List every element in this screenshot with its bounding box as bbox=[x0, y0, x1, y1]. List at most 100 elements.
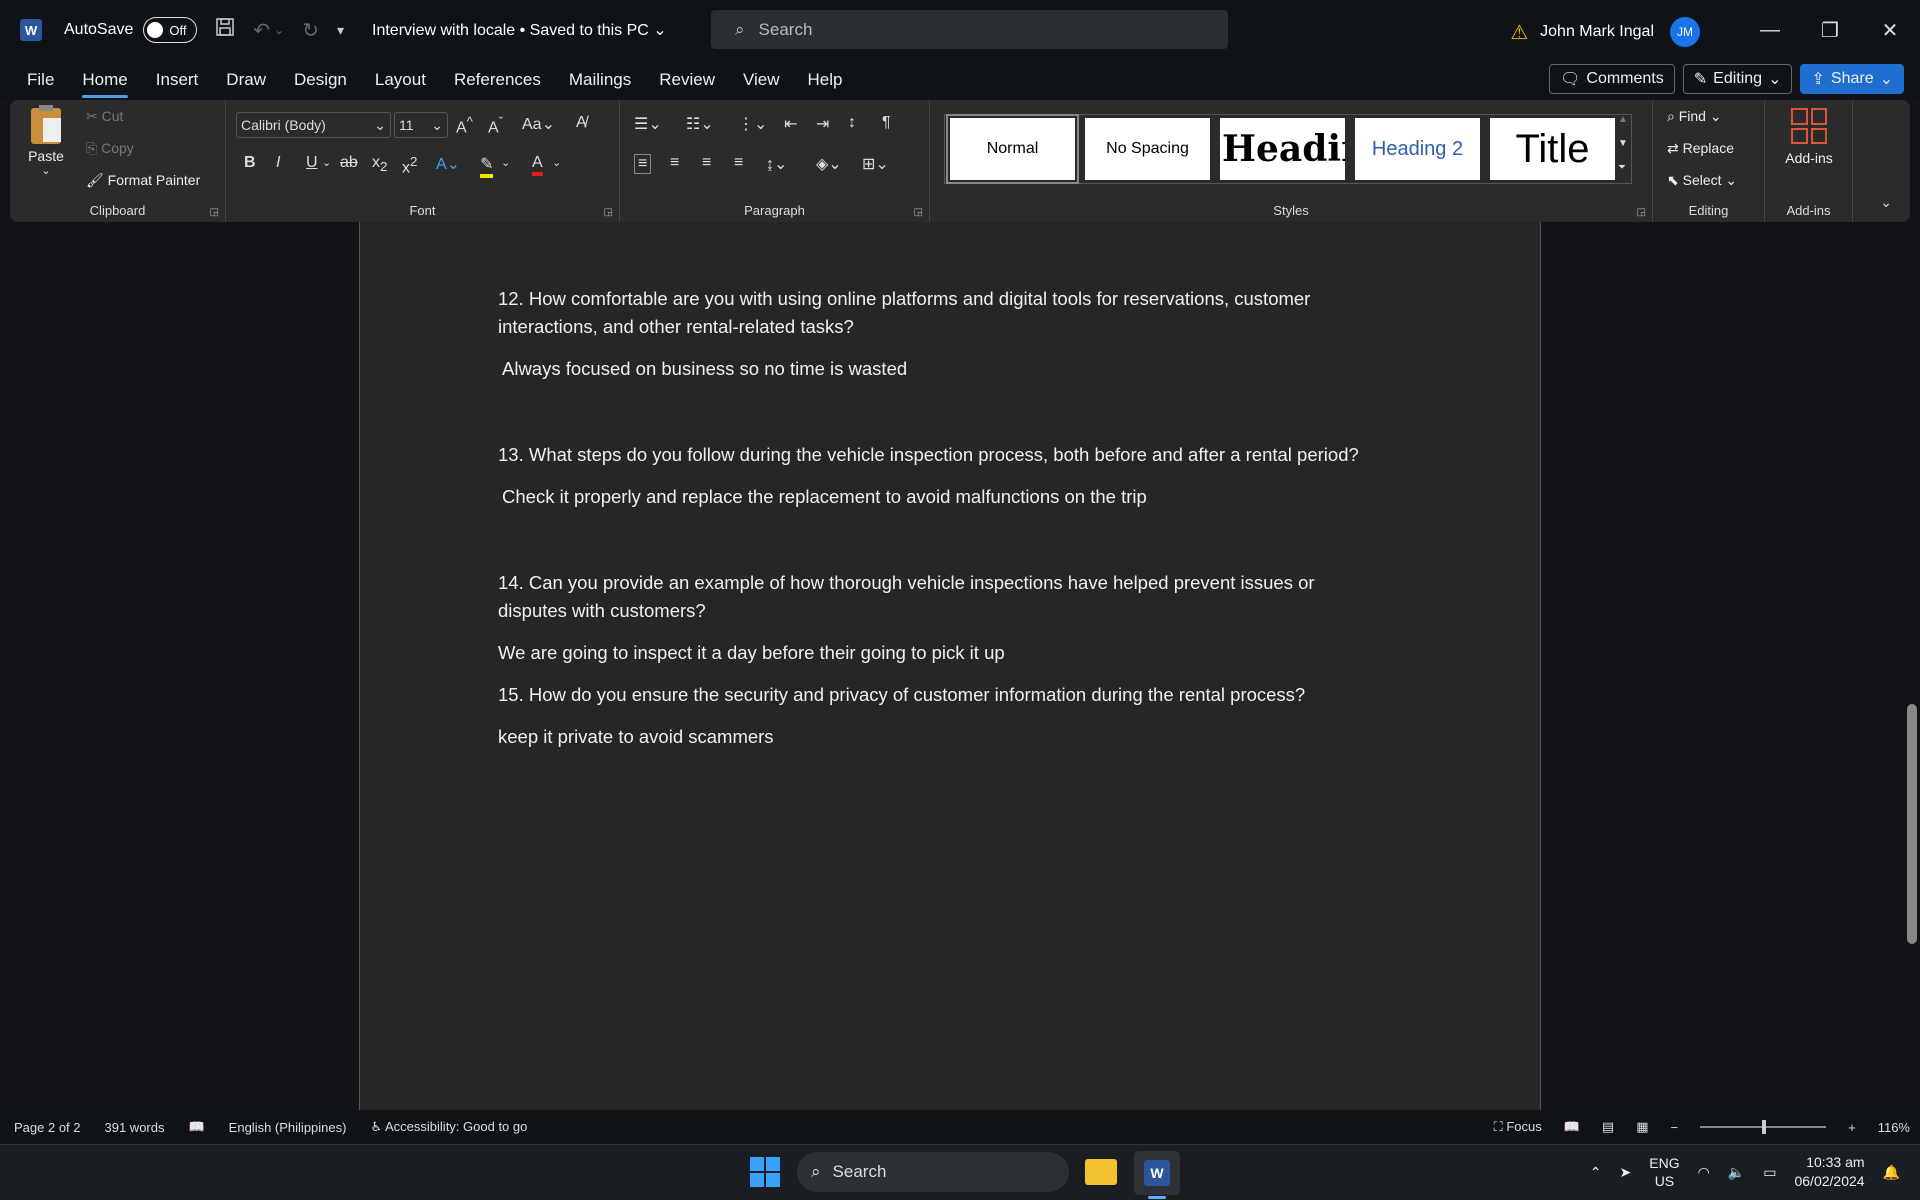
style-heading-1[interactable]: Headin bbox=[1220, 118, 1345, 180]
share-button[interactable]: ⇪ Share ⌄ bbox=[1800, 64, 1904, 94]
increase-indent-icon[interactable]: ⇥ bbox=[816, 114, 829, 134]
user-area[interactable]: ⚠ John Mark Ingal JM bbox=[1510, 17, 1700, 47]
style-normal[interactable]: Normal bbox=[946, 114, 1079, 184]
print-layout-icon[interactable]: ▤ bbox=[1602, 1119, 1614, 1135]
question-12[interactable]: 12. How comfortable are you with using o… bbox=[498, 285, 1378, 341]
zoom-slider[interactable] bbox=[1700, 1120, 1827, 1134]
volume-icon[interactable]: 🔈 bbox=[1728, 1164, 1745, 1181]
document-page[interactable]: 12. How comfortable are you with using o… bbox=[359, 222, 1541, 1110]
copy-button[interactable]: ⎘ Copy bbox=[86, 140, 134, 157]
shrink-font-icon[interactable]: Aˇ bbox=[488, 114, 503, 137]
dialog-launcher-icon[interactable]: ◲ bbox=[604, 207, 613, 218]
restore-icon[interactable]: ❐ bbox=[1800, 0, 1860, 60]
borders-icon[interactable]: ⊞⌄ bbox=[862, 154, 889, 174]
tab-file[interactable]: File bbox=[27, 70, 54, 90]
dialog-launcher-icon[interactable]: ◲ bbox=[1637, 207, 1646, 218]
tab-review[interactable]: Review bbox=[659, 70, 715, 90]
underline-icon[interactable]: U bbox=[306, 154, 318, 172]
file-explorer-icon[interactable] bbox=[1085, 1159, 1117, 1185]
align-right-icon[interactable]: ≡ bbox=[702, 154, 711, 172]
chevron-up-icon[interactable]: ⌃ bbox=[1590, 1164, 1602, 1181]
chevron-down-icon[interactable]: ⌄ bbox=[501, 156, 510, 169]
decrease-indent-icon[interactable]: ⇤ bbox=[784, 114, 797, 134]
paste-button[interactable]: Paste ⌄ bbox=[28, 105, 64, 188]
sort-icon[interactable]: ↕ bbox=[848, 114, 856, 132]
minimize-icon[interactable]: — bbox=[1740, 0, 1800, 60]
font-name-combo[interactable]: Calibri (Body) ⌄ bbox=[236, 112, 391, 138]
change-case-icon[interactable]: Aa⌄ bbox=[522, 114, 555, 134]
align-center-icon[interactable]: ≡ bbox=[670, 154, 679, 172]
search-input[interactable]: ⌕ Search bbox=[711, 10, 1228, 49]
save-icon[interactable] bbox=[215, 17, 235, 43]
focus-button[interactable]: ⛶ Focus bbox=[1494, 1119, 1542, 1135]
editing-mode-button[interactable]: ✎ Editing ⌄ bbox=[1682, 64, 1793, 94]
answer-15[interactable]: keep it private to avoid scammers bbox=[498, 723, 1378, 751]
tab-draw[interactable]: Draw bbox=[226, 70, 266, 90]
shading-icon[interactable]: ◈⌄ bbox=[816, 154, 842, 174]
collapse-ribbon-icon[interactable]: ⌄ bbox=[1880, 194, 1892, 211]
zoom-slider-knob[interactable] bbox=[1762, 1120, 1767, 1134]
tab-references[interactable]: References bbox=[454, 70, 541, 90]
language-indicator[interactable]: English (Philippines) bbox=[229, 1120, 347, 1135]
close-icon[interactable]: ✕ bbox=[1860, 0, 1920, 60]
format-painter-button[interactable]: 🖌 Format Painter bbox=[86, 172, 200, 189]
clear-formatting-icon[interactable]: A̸ bbox=[576, 114, 587, 132]
subscript-icon[interactable]: x2 bbox=[372, 154, 387, 174]
user-name[interactable]: John Mark Ingal bbox=[1540, 23, 1654, 41]
align-left-icon[interactable]: ≡ bbox=[634, 154, 652, 174]
show-formatting-icon[interactable]: ¶ bbox=[882, 114, 891, 132]
redo-icon[interactable]: ↻ bbox=[302, 18, 319, 43]
customize-toolbar-icon[interactable]: ▾ bbox=[337, 22, 344, 39]
chevron-down-icon[interactable]: ⌄ bbox=[552, 156, 561, 169]
dialog-launcher-icon[interactable]: ◲ bbox=[210, 207, 219, 218]
replace-button[interactable]: ⇄ Replace bbox=[1667, 140, 1734, 157]
question-13[interactable]: 13. What steps do you follow during the … bbox=[498, 441, 1378, 469]
avatar[interactable]: JM bbox=[1670, 17, 1700, 47]
line-spacing-icon[interactable]: ↨⌄ bbox=[766, 154, 787, 174]
comments-button[interactable]: 🗨 Comments bbox=[1549, 64, 1675, 94]
style-heading-2[interactable]: Heading 2 bbox=[1355, 118, 1480, 180]
answer-14[interactable]: We are going to inspect it a day before … bbox=[498, 639, 1378, 667]
read-mode-icon[interactable]: 📖 bbox=[1564, 1119, 1580, 1135]
question-15[interactable]: 15. How do you ensure the security and p… bbox=[498, 681, 1378, 709]
text-effects-icon[interactable]: A⌄ bbox=[436, 154, 460, 174]
warning-icon[interactable]: ⚠ bbox=[1510, 20, 1528, 45]
wifi-icon[interactable]: ◠ bbox=[1698, 1164, 1710, 1181]
font-size-combo[interactable]: 11 ⌄ bbox=[394, 112, 448, 138]
dialog-launcher-icon[interactable]: ◲ bbox=[914, 207, 923, 218]
undo-icon[interactable]: ↶ bbox=[253, 18, 270, 43]
bullets-icon[interactable]: ☰⌄ bbox=[634, 114, 662, 134]
cut-button[interactable]: ✂ Cut bbox=[86, 108, 123, 125]
taskbar-search[interactable]: ⌕ Search bbox=[797, 1152, 1069, 1192]
chevron-down-icon[interactable]: ⌄ bbox=[322, 156, 331, 169]
select-button[interactable]: ⬉ Select ⌄ bbox=[1667, 172, 1737, 189]
more-styles-icon[interactable]: ⏷ bbox=[1618, 162, 1626, 173]
scroll-up-icon[interactable]: ▲ bbox=[1618, 114, 1628, 125]
notification-bell-icon[interactable]: 🔔 bbox=[1883, 1164, 1900, 1181]
zoom-in-icon[interactable]: + bbox=[1848, 1120, 1856, 1135]
scroll-down-icon[interactable]: ▼ bbox=[1618, 138, 1628, 149]
tab-help[interactable]: Help bbox=[808, 70, 843, 90]
superscript-icon[interactable]: x2 bbox=[402, 154, 417, 177]
numbering-icon[interactable]: ☷⌄ bbox=[686, 114, 714, 134]
input-language[interactable]: ENG US bbox=[1649, 1154, 1679, 1190]
highlight-icon[interactable]: ✎ bbox=[480, 154, 494, 178]
italic-icon[interactable]: I bbox=[276, 154, 280, 172]
location-icon[interactable]: ➤ bbox=[1620, 1164, 1632, 1181]
word-count[interactable]: 391 words bbox=[105, 1120, 165, 1135]
tab-design[interactable]: Design bbox=[294, 70, 347, 90]
zoom-level[interactable]: 116% bbox=[1878, 1120, 1910, 1135]
zoom-out-icon[interactable]: − bbox=[1671, 1120, 1679, 1135]
tab-insert[interactable]: Insert bbox=[156, 70, 199, 90]
clock[interactable]: 10:33 am 06/02/2024 bbox=[1794, 1153, 1864, 1191]
multilevel-list-icon[interactable]: ⋮⌄ bbox=[738, 114, 767, 134]
battery-icon[interactable]: ▭ bbox=[1763, 1164, 1776, 1181]
justify-icon[interactable]: ≡ bbox=[734, 154, 743, 172]
scrollbar-thumb[interactable] bbox=[1907, 704, 1917, 944]
answer-12[interactable]: Always focused on business so no time is… bbox=[498, 355, 1378, 383]
undo-dropdown-icon[interactable]: ⌄ bbox=[274, 23, 284, 37]
question-14[interactable]: 14. Can you provide an example of how th… bbox=[498, 569, 1378, 625]
addins-button[interactable]: Add-ins bbox=[1779, 108, 1839, 166]
web-layout-icon[interactable]: ▦ bbox=[1636, 1119, 1648, 1135]
style-title[interactable]: Title bbox=[1490, 118, 1615, 180]
